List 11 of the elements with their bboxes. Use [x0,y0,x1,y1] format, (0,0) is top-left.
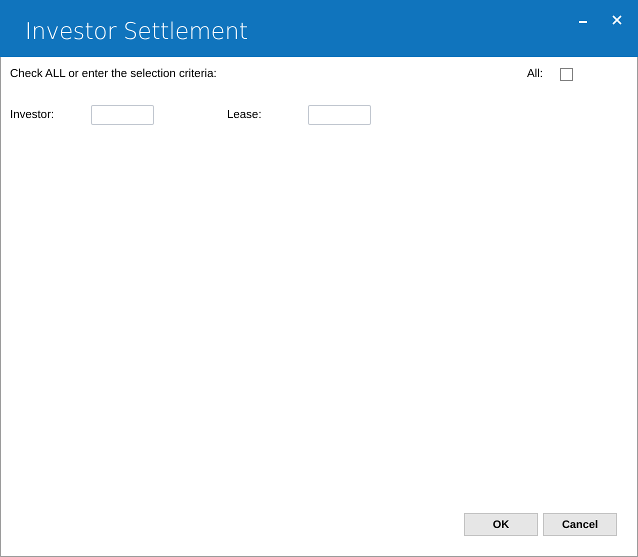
dialog-button[interactable]: Cancel [543,513,617,536]
all-label: All: [527,68,543,80]
dialog-button[interactable]: OK [464,513,538,536]
input-field[interactable] [91,105,154,125]
field-label: Investor: [10,109,56,121]
close-icon[interactable] [612,15,622,25]
field-label: Lease: [227,109,263,121]
instruction-text: Check ALL or enter the selection criteria: [10,68,217,80]
input-field[interactable] [308,105,371,125]
all-checkbox[interactable] [560,68,573,80]
window-title: Investor Settlement [25,19,248,45]
